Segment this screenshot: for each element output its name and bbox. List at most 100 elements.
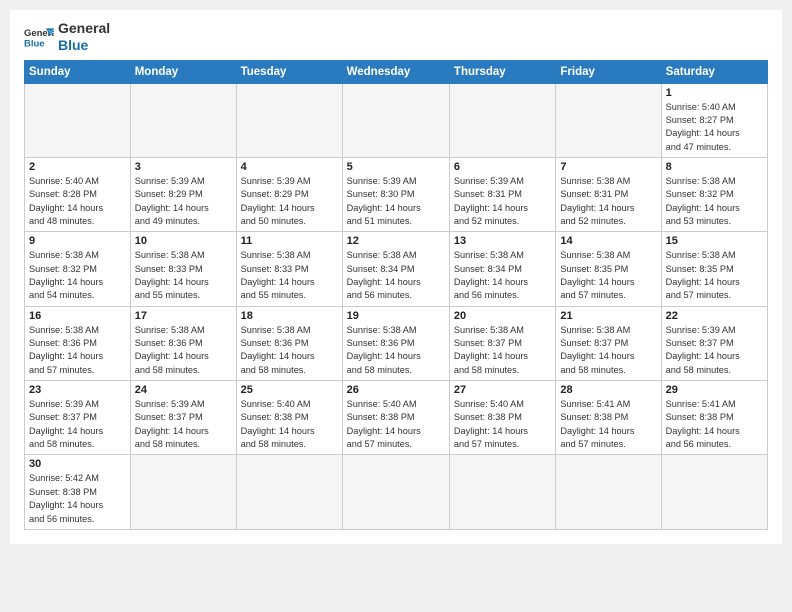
day-info: Sunrise: 5:38 AM Sunset: 8:35 PM Dayligh… [666,249,763,302]
calendar-day-cell: 27 Sunrise: 5:40 AM Sunset: 8:38 PM Dayli… [449,381,555,455]
day-number: 7 [560,161,656,173]
day-info: Sunrise: 5:38 AM Sunset: 8:36 PM Dayligh… [347,324,445,377]
day-info: Sunrise: 5:42 AM Sunset: 8:38 PM Dayligh… [29,472,126,525]
day-info: Sunrise: 5:38 AM Sunset: 8:36 PM Dayligh… [135,324,232,377]
day-number: 21 [560,310,656,322]
day-number: 28 [560,384,656,396]
day-number: 26 [347,384,445,396]
day-number: 9 [29,235,126,247]
calendar-day-cell: 19Sunrise: 5:38 AM Sunset: 8:36 PM Dayli… [342,306,449,380]
day-number: 18 [241,310,338,322]
day-number: 20 [454,310,551,322]
calendar-day-cell: 18Sunrise: 5:38 AM Sunset: 8:36 PM Dayli… [236,306,342,380]
page: General Blue General Blue SundayMondayTu… [10,10,782,544]
day-info: Sunrise: 5:41 AM Sunset: 8:38 PM Dayligh… [560,398,656,451]
calendar-day-cell: 1 Sunrise: 5:40 AM Sunset: 8:27 PM Daylig… [661,83,767,157]
day-info: Sunrise: 5:39 AM Sunset: 8:37 PM Dayligh… [666,324,763,377]
day-info: Sunrise: 5:38 AM Sunset: 8:37 PM Dayligh… [454,324,551,377]
logo-blue: Blue [58,37,110,54]
calendar-day-cell: 29 Sunrise: 5:41 AM Sunset: 8:38 PM Dayli… [661,381,767,455]
calendar-day-cell [130,455,236,529]
calendar-day-cell: 17Sunrise: 5:38 AM Sunset: 8:36 PM Dayli… [130,306,236,380]
calendar-week-row: 23 Sunrise: 5:39 AM Sunset: 8:37 PM Dayli… [25,381,768,455]
calendar-header-row: SundayMondayTuesdayWednesdayThursdayFrid… [25,60,768,83]
day-info: Sunrise: 5:40 AM Sunset: 8:38 PM Dayligh… [454,398,551,451]
day-info: Sunrise: 5:39 AM Sunset: 8:30 PM Dayligh… [347,175,445,228]
day-number: 11 [241,235,338,247]
calendar-day-cell [236,83,342,157]
calendar-week-row: 30 Sunrise: 5:42 AM Sunset: 8:38 PM Dayli… [25,455,768,529]
calendar-day-cell: 15Sunrise: 5:38 AM Sunset: 8:35 PM Dayli… [661,232,767,306]
day-info: Sunrise: 5:38 AM Sunset: 8:32 PM Dayligh… [29,249,126,302]
calendar-day-cell: 8Sunrise: 5:38 AM Sunset: 8:32 PM Daylig… [661,157,767,231]
day-info: Sunrise: 5:40 AM Sunset: 8:38 PM Dayligh… [241,398,338,451]
day-info: Sunrise: 5:39 AM Sunset: 8:37 PM Dayligh… [135,398,232,451]
day-info: Sunrise: 5:41 AM Sunset: 8:38 PM Dayligh… [666,398,763,451]
calendar-day-cell: 30 Sunrise: 5:42 AM Sunset: 8:38 PM Dayli… [25,455,131,529]
weekday-header-monday: Monday [130,60,236,83]
weekday-header-friday: Friday [556,60,661,83]
calendar-day-cell: 14 Sunrise: 5:38 AM Sunset: 8:35 PM Dayli… [556,232,661,306]
day-info: Sunrise: 5:38 AM Sunset: 8:34 PM Dayligh… [347,249,445,302]
calendar-day-cell [449,455,555,529]
day-number: 25 [241,384,338,396]
logo: General Blue General Blue [24,20,110,54]
calendar-day-cell [449,83,555,157]
calendar-day-cell: 13 Sunrise: 5:38 AM Sunset: 8:34 PM Dayli… [449,232,555,306]
day-info: Sunrise: 5:39 AM Sunset: 8:31 PM Dayligh… [454,175,551,228]
calendar-day-cell: 6 Sunrise: 5:39 AM Sunset: 8:31 PM Daylig… [449,157,555,231]
day-number: 27 [454,384,551,396]
svg-text:Blue: Blue [24,38,45,49]
day-info: Sunrise: 5:38 AM Sunset: 8:37 PM Dayligh… [560,324,656,377]
calendar-day-cell: 5Sunrise: 5:39 AM Sunset: 8:30 PM Daylig… [342,157,449,231]
calendar-week-row: 1 Sunrise: 5:40 AM Sunset: 8:27 PM Daylig… [25,83,768,157]
header: General Blue General Blue [24,20,768,54]
day-info: Sunrise: 5:38 AM Sunset: 8:36 PM Dayligh… [29,324,126,377]
day-info: Sunrise: 5:38 AM Sunset: 8:34 PM Dayligh… [454,249,551,302]
day-number: 4 [241,161,338,173]
calendar-day-cell [130,83,236,157]
calendar-day-cell: 3Sunrise: 5:39 AM Sunset: 8:29 PM Daylig… [130,157,236,231]
calendar-day-cell [556,455,661,529]
calendar-day-cell [342,455,449,529]
weekday-header-saturday: Saturday [661,60,767,83]
calendar-day-cell: 28 Sunrise: 5:41 AM Sunset: 8:38 PM Dayli… [556,381,661,455]
day-number: 23 [29,384,126,396]
logo-general: General [58,20,110,37]
calendar-day-cell: 23 Sunrise: 5:39 AM Sunset: 8:37 PM Dayli… [25,381,131,455]
generalblue-logo-icon: General Blue [24,25,54,49]
day-info: Sunrise: 5:40 AM Sunset: 8:27 PM Dayligh… [666,101,763,154]
day-number: 22 [666,310,763,322]
day-info: Sunrise: 5:39 AM Sunset: 8:29 PM Dayligh… [241,175,338,228]
day-info: Sunrise: 5:40 AM Sunset: 8:38 PM Dayligh… [347,398,445,451]
calendar-day-cell: 25 Sunrise: 5:40 AM Sunset: 8:38 PM Dayli… [236,381,342,455]
day-number: 10 [135,235,232,247]
calendar-day-cell [342,83,449,157]
day-info: Sunrise: 5:38 AM Sunset: 8:33 PM Dayligh… [241,249,338,302]
weekday-header-wednesday: Wednesday [342,60,449,83]
day-info: Sunrise: 5:40 AM Sunset: 8:28 PM Dayligh… [29,175,126,228]
day-number: 3 [135,161,232,173]
day-number: 12 [347,235,445,247]
day-number: 13 [454,235,551,247]
day-number: 29 [666,384,763,396]
day-number: 24 [135,384,232,396]
calendar-day-cell: 26 Sunrise: 5:40 AM Sunset: 8:38 PM Dayli… [342,381,449,455]
day-info: Sunrise: 5:38 AM Sunset: 8:35 PM Dayligh… [560,249,656,302]
calendar-day-cell: 21 Sunrise: 5:38 AM Sunset: 8:37 PM Dayli… [556,306,661,380]
day-number: 30 [29,458,126,470]
calendar-week-row: 9 Sunrise: 5:38 AM Sunset: 8:32 PM Daylig… [25,232,768,306]
day-number: 1 [666,87,763,99]
calendar-day-cell: 12 Sunrise: 5:38 AM Sunset: 8:34 PM Dayli… [342,232,449,306]
day-info: Sunrise: 5:39 AM Sunset: 8:37 PM Dayligh… [29,398,126,451]
calendar-day-cell [25,83,131,157]
calendar-day-cell: 7Sunrise: 5:38 AM Sunset: 8:31 PM Daylig… [556,157,661,231]
calendar-day-cell: 24 Sunrise: 5:39 AM Sunset: 8:37 PM Dayli… [130,381,236,455]
weekday-header-tuesday: Tuesday [236,60,342,83]
calendar-day-cell: 22 Sunrise: 5:39 AM Sunset: 8:37 PM Dayli… [661,306,767,380]
calendar-day-cell [661,455,767,529]
day-number: 6 [454,161,551,173]
day-number: 14 [560,235,656,247]
calendar-day-cell [556,83,661,157]
day-number: 16 [29,310,126,322]
